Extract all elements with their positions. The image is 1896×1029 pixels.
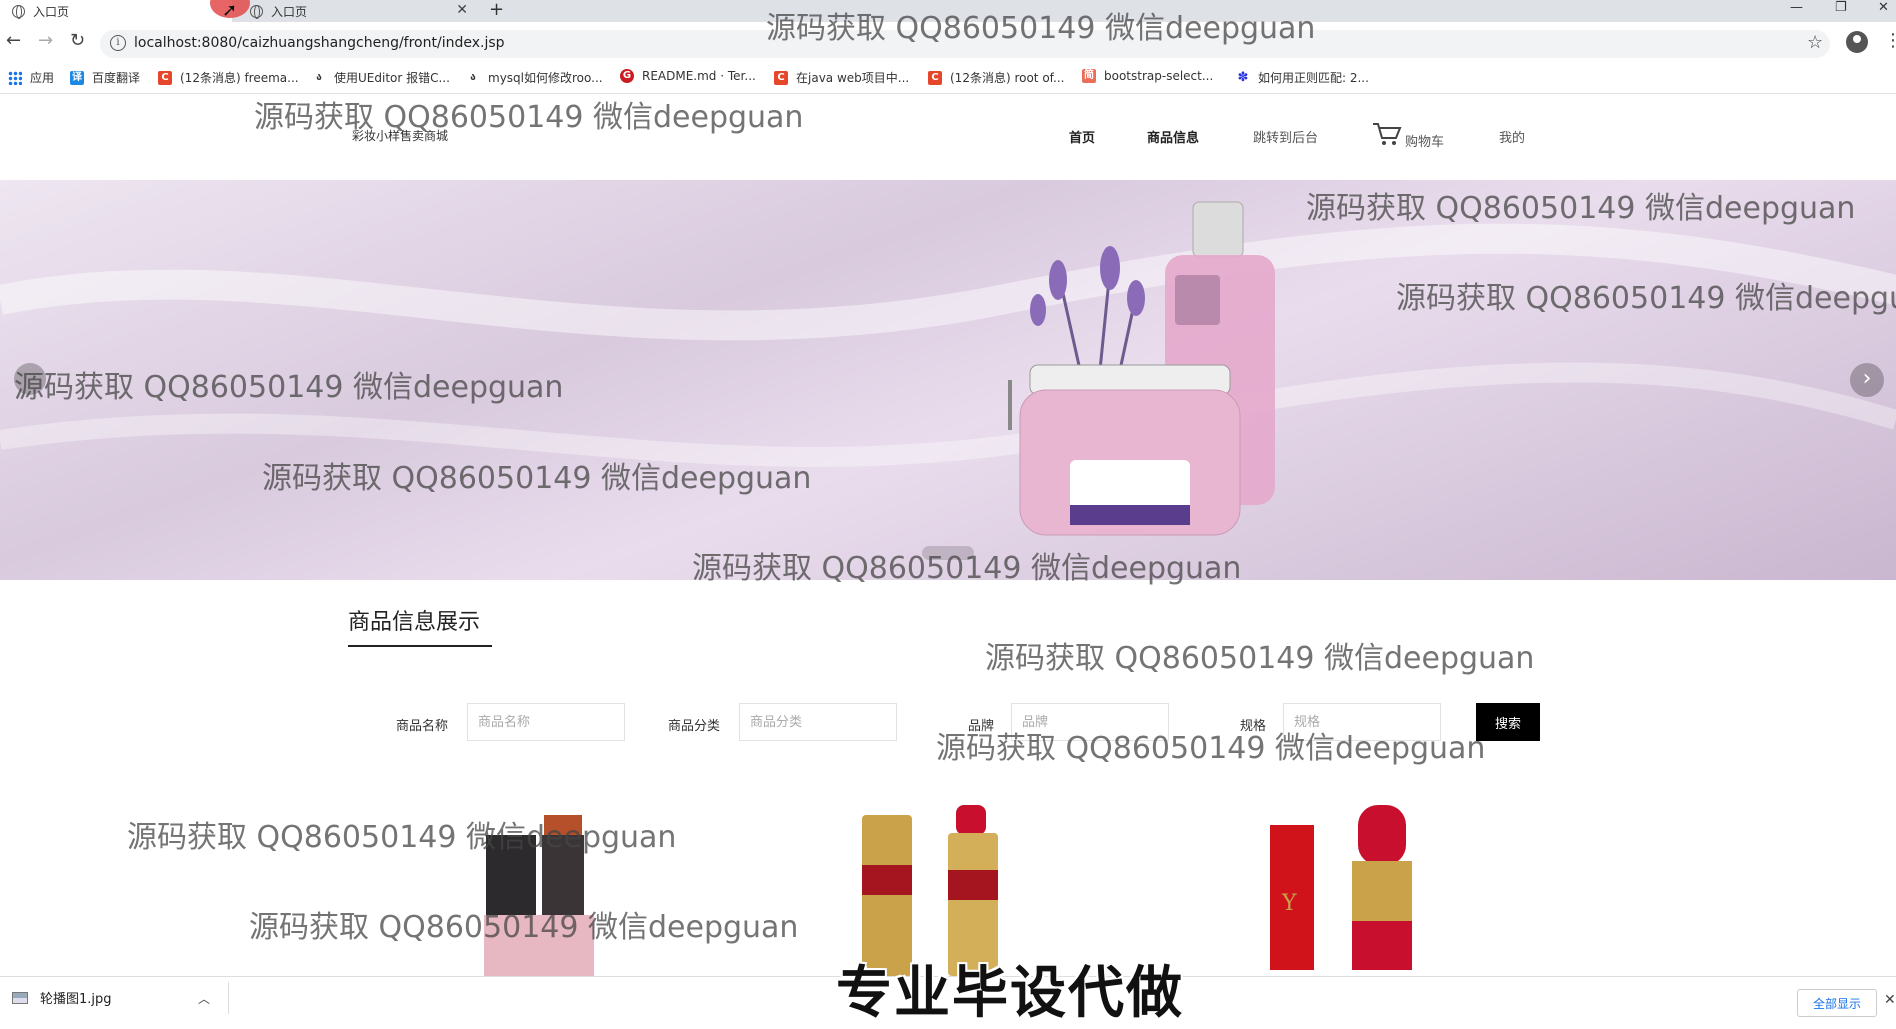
bookmark-label: 如何用正则匹配: 2... xyxy=(1258,71,1369,85)
bookmark-apps[interactable]: 应用 xyxy=(8,69,54,86)
download-filename: 轮播图1.jpg xyxy=(40,992,112,1007)
bookmark-item[interactable]: ა mysql如何修改roo... xyxy=(466,69,603,86)
bookmark-item[interactable]: 译 百度翻译 xyxy=(70,69,140,86)
bookmark-item[interactable]: 简 bootstrap-select... xyxy=(1082,69,1213,83)
jianshu-icon: 简 xyxy=(1082,69,1096,83)
window-close-icon[interactable]: ✕ xyxy=(1878,0,1889,15)
chevron-up-icon[interactable]: ︿ xyxy=(198,990,210,1007)
bookmark-item[interactable]: ა 使用UEditor 报错C... xyxy=(312,69,450,86)
banner-image xyxy=(0,201,1896,536)
site-title: 彩妆小样售卖商城 xyxy=(352,129,449,143)
bookmark-item[interactable]: C (12条消息) root of... xyxy=(928,69,1064,86)
browser-menu-icon[interactable]: ⋮ xyxy=(1884,30,1896,51)
new-tab-button[interactable]: + xyxy=(489,0,504,20)
promo-overlay-text: 专业毕设代做 xyxy=(836,961,1184,1026)
baidu-translate-icon: 译 xyxy=(70,70,84,85)
nav-home[interactable]: 首页 xyxy=(1069,127,1095,146)
bookmark-label: mysql如何修改roo... xyxy=(488,71,603,85)
search-label-name: 商品名称 xyxy=(396,719,449,734)
section-underline xyxy=(348,645,492,647)
brand-input[interactable] xyxy=(1011,703,1169,741)
show-all-downloads-button[interactable]: 全部显示 xyxy=(1797,989,1877,1017)
carousel-prev-button[interactable] xyxy=(14,363,46,395)
bookmark-label: 应用 xyxy=(30,71,55,85)
image-file-icon xyxy=(12,991,28,1004)
site-header xyxy=(0,95,1896,180)
product-image[interactable] xyxy=(480,795,610,976)
product-name-input[interactable] xyxy=(467,703,625,741)
search-label-brand: 品牌 xyxy=(968,719,995,734)
search-button[interactable]: 搜索 xyxy=(1476,703,1540,741)
download-item[interactable]: 轮播图1.jpg xyxy=(12,988,112,1007)
divider xyxy=(228,982,229,1014)
tab-close-icon[interactable]: ✕ xyxy=(456,2,468,18)
spec-input[interactable] xyxy=(1283,703,1441,741)
bookmark-item[interactable]: ✽ 如何用正则匹配: 2... xyxy=(1236,69,1369,86)
url-text[interactable]: localhost:8080/caizhuangshangcheng/front… xyxy=(134,35,505,51)
minimize-icon[interactable]: — xyxy=(1790,0,1803,15)
bookmark-item[interactable]: C (12条消息) freema... xyxy=(158,69,299,86)
nav-mine[interactable]: 我的 xyxy=(1499,127,1525,146)
reload-icon[interactable]: ↻ xyxy=(70,30,85,51)
tab-2[interactable]: 入口页 ✕ xyxy=(240,0,476,22)
csdn-icon: C xyxy=(158,70,172,85)
nav-cart[interactable]: 购物车 xyxy=(1405,131,1444,150)
globe-icon xyxy=(250,4,263,19)
bookmark-item[interactable]: C 在java web项目中... xyxy=(774,69,909,86)
forward-icon[interactable]: → xyxy=(38,30,53,51)
product-image[interactable]: Y xyxy=(1268,795,1443,976)
download-bar-close-icon[interactable]: ✕ xyxy=(1884,992,1896,1008)
profile-avatar-icon[interactable] xyxy=(1846,31,1868,53)
tab-title: 入口页 xyxy=(271,4,308,19)
cnblogs-icon: ა xyxy=(316,71,322,83)
gitee-icon: G xyxy=(620,69,634,83)
nav-products[interactable]: 商品信息 xyxy=(1147,127,1199,146)
bookmark-label: (12条消息) root of... xyxy=(950,71,1065,85)
product-category-input[interactable] xyxy=(739,703,897,741)
apps-icon xyxy=(8,70,22,85)
search-label-spec: 规格 xyxy=(1240,719,1267,734)
bookmark-star-icon[interactable]: ☆ xyxy=(1807,32,1823,53)
section-title: 商品信息展示 xyxy=(348,610,481,635)
search-label-category: 商品分类 xyxy=(668,719,721,734)
globe-icon xyxy=(12,4,25,19)
bookmark-label: 百度翻译 xyxy=(92,71,141,85)
svg-text:Y: Y xyxy=(1281,891,1297,916)
bookmark-label: (12条消息) freema... xyxy=(180,71,299,85)
csdn-icon: C xyxy=(928,70,942,85)
csdn-icon: C xyxy=(774,70,788,85)
carousel-indicator[interactable] xyxy=(922,546,974,560)
tab-strip: 入口页 入口页 ✕ + — ❐ ✕ xyxy=(0,0,1896,22)
back-icon[interactable]: ← xyxy=(6,30,21,51)
cart-icon[interactable] xyxy=(1372,122,1402,146)
mouse-cursor-icon: ➚ xyxy=(222,0,238,21)
baidu-paw-icon: ✽ xyxy=(1237,69,1249,85)
bookmark-label: README.md · Ter... xyxy=(642,69,756,83)
site-info-icon[interactable]: i xyxy=(110,35,126,51)
bookmark-label: bootstrap-select... xyxy=(1104,69,1214,83)
cnblogs-icon: ა xyxy=(470,71,476,83)
carousel-next-button[interactable]: › xyxy=(1850,363,1884,397)
banner-carousel[interactable] xyxy=(0,180,1896,580)
watermark: 源码获取 QQ86050149 微信deepguan xyxy=(985,641,1535,676)
restore-icon[interactable]: ❐ xyxy=(1835,0,1847,15)
bookmark-item[interactable]: G README.md · Ter... xyxy=(620,69,756,83)
bookmark-label: 使用UEditor 报错C... xyxy=(334,71,450,85)
bookmark-label: 在java web项目中... xyxy=(796,71,910,85)
tab-1[interactable]: 入口页 xyxy=(0,0,232,22)
tab-title: 入口页 xyxy=(33,4,70,19)
nav-admin[interactable]: 跳转到后台 xyxy=(1253,127,1318,146)
